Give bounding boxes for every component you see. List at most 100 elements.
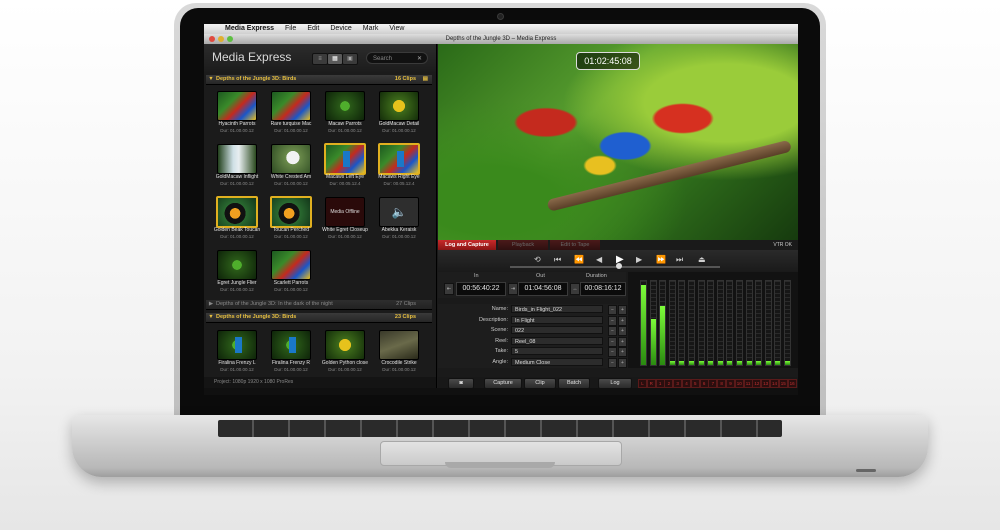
- channel-toggle[interactable]: 12: [752, 379, 762, 388]
- clip-preview-image: [324, 143, 366, 175]
- audio-meter-level: [775, 360, 781, 365]
- metadata-field[interactable]: Medium Close: [511, 357, 603, 366]
- audio-meter-level: [765, 360, 771, 365]
- field-decrement-icon[interactable]: −: [608, 315, 617, 326]
- out-timecode[interactable]: 01:04:56:08: [518, 282, 568, 296]
- channel-toggle[interactable]: 6: [699, 379, 709, 388]
- storyboard-view-icon[interactable]: ▣: [342, 53, 358, 65]
- list-view-icon[interactable]: ≡: [312, 53, 328, 65]
- zoom-window-icon[interactable]: [227, 36, 233, 42]
- metadata-field[interactable]: 022: [511, 326, 603, 334]
- clip-thumbnail[interactable]: GoldMacaw Inflight Dur: 01.00.00.12: [212, 144, 262, 193]
- channel-toggle[interactable]: 2: [664, 379, 674, 388]
- step-forward-icon[interactable]: ▶: [636, 255, 642, 265]
- field-increment-icon[interactable]: +: [618, 357, 627, 368]
- menu-app[interactable]: Media Express: [225, 24, 274, 34]
- channel-toggle[interactable]: 4: [682, 379, 691, 388]
- field-decrement-icon[interactable]: −: [608, 326, 617, 336]
- search-input[interactable]: Search ✕: [366, 52, 428, 64]
- in-timecode[interactable]: 00:56:40:22: [456, 282, 506, 296]
- clip-name: Toucan Perched: [272, 227, 310, 233]
- bin-header-birds-2[interactable]: ▼ Depths of the Jungle 3D: Birds 23 Clips: [206, 313, 432, 323]
- clip-thumbnail[interactable]: Macaws Left Eye Dur: 00.05.12.4: [320, 143, 370, 193]
- clip-thumbnail[interactable]: Macaws Right Eye Dur: 00.05.12.4: [374, 143, 424, 193]
- eject-icon[interactable]: ⏏: [698, 255, 706, 265]
- channel-toggle[interactable]: 8: [717, 379, 727, 388]
- menu-mark[interactable]: Mark: [363, 24, 379, 34]
- channel-toggle[interactable]: 7: [708, 379, 718, 388]
- loop-icon[interactable]: ⟲: [534, 255, 541, 265]
- channel-toggle[interactable]: 16: [787, 379, 797, 388]
- clip-thumbnail[interactable]: Firalina Frenzy R Dur: 01.00.00.12: [266, 330, 316, 379]
- clip-thumbnail[interactable]: Firalina Frenzy L Dur: 01.00.00.12: [212, 330, 262, 379]
- tab-log-and-capture[interactable]: Log and Capture: [438, 240, 496, 250]
- clip-duration: Dur: 01.00.00.12: [274, 287, 308, 292]
- jump-start-icon[interactable]: ⏮: [554, 255, 561, 265]
- clip-thumbnail[interactable]: 🔈 Abekka Keraisk Dur: 01.00.00.12: [374, 197, 424, 246]
- field-increment-icon[interactable]: +: [618, 326, 627, 336]
- tab-playback[interactable]: Playback: [498, 240, 548, 250]
- clip-thumbnail[interactable]: White Crested Am Dur: 01.00.00.12: [266, 144, 316, 193]
- channel-toggle[interactable]: R: [646, 379, 656, 388]
- thumbnail-view-icon[interactable]: ▦: [327, 53, 343, 65]
- field-decrement-icon[interactable]: −: [608, 357, 617, 368]
- channel-toggle[interactable]: 10: [734, 379, 744, 388]
- field-increment-icon[interactable]: +: [618, 336, 627, 347]
- audio-meter-channel: [688, 280, 695, 366]
- bin-options-icon[interactable]: ▤: [423, 75, 428, 84]
- field-increment-icon[interactable]: +: [618, 347, 627, 357]
- clip-thumbnail[interactable]: Egret Jungle Flier Dur: 01.00.00.12: [212, 250, 262, 299]
- clip-thumbnail[interactable]: Hyacinth Parrots Dur: 01.00.00.12: [212, 91, 262, 140]
- clip-thumbnail[interactable]: GoldMacaw Detail Dur: 01.00.00.12: [374, 91, 424, 140]
- channel-toggle[interactable]: 11: [743, 379, 753, 388]
- menu-file[interactable]: File: [285, 24, 296, 34]
- bin-header-birds[interactable]: ▼ Depths of the Jungle 3D: Birds 16 Clips…: [206, 75, 432, 85]
- minimize-window-icon[interactable]: [218, 36, 224, 42]
- channel-toggle[interactable]: 9: [726, 379, 735, 388]
- close-window-icon[interactable]: [209, 36, 215, 42]
- channel-toggle[interactable]: 5: [690, 379, 700, 388]
- field-increment-icon[interactable]: +: [618, 305, 627, 315]
- channel-toggle[interactable]: 15: [778, 379, 788, 388]
- channel-toggle[interactable]: L: [638, 379, 647, 388]
- clip-thumbnail[interactable]: Crocodile Strike Dur: 01.00.00.12: [374, 330, 424, 379]
- clip-duration: Dur: 01.00.00.12: [220, 367, 254, 372]
- field-decrement-icon[interactable]: −: [608, 336, 617, 347]
- metadata-field[interactable]: Reel_08: [511, 336, 603, 345]
- metadata-field[interactable]: Birds_in Flight_022: [511, 305, 603, 313]
- menu-edit[interactable]: Edit: [307, 24, 319, 34]
- channel-toggle[interactable]: 3: [673, 379, 683, 388]
- clip-thumbnail[interactable]: Golden Python close Dur: 01.00.00.12: [320, 330, 370, 379]
- clip-thumbnail[interactable]: Scarlett Parrots Dur: 01.00.00.12: [266, 250, 316, 299]
- channel-toggle[interactable]: 13: [761, 379, 771, 388]
- menu-device[interactable]: Device: [330, 24, 351, 34]
- clip-thumbnail[interactable]: Rare turquise Mac Dur: 01.00.00.12: [266, 91, 316, 140]
- fast-forward-icon[interactable]: ⏩: [656, 255, 666, 265]
- rewind-icon[interactable]: ⏪: [574, 255, 584, 265]
- clear-search-icon[interactable]: ✕: [417, 53, 422, 65]
- field-decrement-icon[interactable]: −: [608, 347, 617, 357]
- jump-end-icon[interactable]: ⏭: [676, 255, 683, 265]
- tab-edit-to-tape[interactable]: Edit to Tape: [550, 240, 600, 250]
- mark-out-button[interactable]: ⇥: [508, 283, 518, 295]
- channel-toggle[interactable]: 14: [770, 379, 779, 388]
- field-increment-icon[interactable]: +: [618, 315, 627, 326]
- field-decrement-icon[interactable]: −: [608, 305, 617, 315]
- clip-thumbnail[interactable]: Golden Beak Toucan Dur: 01.00.00.12: [212, 196, 262, 246]
- channel-toggle[interactable]: 1: [655, 379, 665, 388]
- clip-duration: Dur: 01.00.00.12: [382, 128, 416, 133]
- clip-thumbnail[interactable]: Macaw Parrots Dur: 01.00.00.12: [320, 91, 370, 140]
- clip-thumbnail[interactable]: Toucan Perched Dur: 01.00.00.12: [266, 196, 316, 246]
- metadata-field[interactable]: 5: [511, 347, 603, 355]
- scrub-bar[interactable]: [510, 266, 720, 268]
- metadata-label: Reel:: [495, 337, 508, 344]
- bin-header-night[interactable]: ▶ Depths of the Jungle 3D: In the dark of…: [206, 300, 432, 310]
- duration-button[interactable]: ↔: [570, 283, 580, 295]
- metadata-field[interactable]: In Flight: [511, 315, 603, 324]
- audio-meter-level: [679, 360, 685, 365]
- mark-in-button[interactable]: ⇤: [444, 283, 454, 295]
- step-back-icon[interactable]: ◀: [596, 255, 602, 265]
- scrub-handle[interactable]: [616, 263, 622, 269]
- menu-view[interactable]: View: [389, 24, 404, 34]
- clip-thumbnail[interactable]: Media Offline White Egret Closeup Dur: 01.…: [320, 197, 370, 246]
